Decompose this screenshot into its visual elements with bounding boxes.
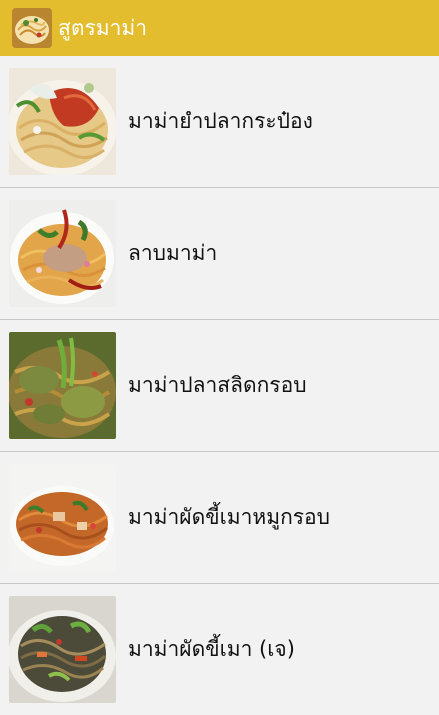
list-item[interactable]: มาม่าผัดขี้เมา (เจ) [0,584,439,715]
app-title: สูตรมาม่า [58,16,148,40]
recipe-list: มาม่ายำปลากระป๋อง ลาบมาม่า มาม่าปลาสลิดก… [0,56,439,715]
recipe-label: มาม่าผัดขี้เมาหมูกรอบ [128,505,331,529]
list-item[interactable]: ลาบมาม่า [0,188,439,320]
larb-noodle-photo [9,200,116,307]
recipe-label: ลาบมาม่า [128,241,218,265]
crispy-fish-noodle-photo [9,332,116,439]
list-item[interactable]: มาม่าปลาสลิดกรอบ [0,320,439,452]
noodle-dish-icon[interactable] [12,8,52,48]
recipe-label: มาม่าผัดขี้เมา (เจ) [128,637,295,661]
vegetarian-drunken-noodle-photo [9,596,116,703]
drunken-noodle-crispy-pork-photo [9,464,116,571]
recipe-label: มาม่ายำปลากระป๋อง [128,109,313,133]
recipe-label: มาม่าปลาสลิดกรอบ [128,373,307,397]
list-item[interactable]: มาม่ายำปลากระป๋อง [0,56,439,188]
spicy-canned-fish-noodle-salad-photo [9,68,116,175]
list-item[interactable]: มาม่าผัดขี้เมาหมูกรอบ [0,452,439,584]
app-screen: สูตรมาม่า มาม่ายำปลากระป๋อง ลาบมาม่า มาม… [0,0,439,715]
action-bar: สูตรมาม่า [0,0,439,56]
